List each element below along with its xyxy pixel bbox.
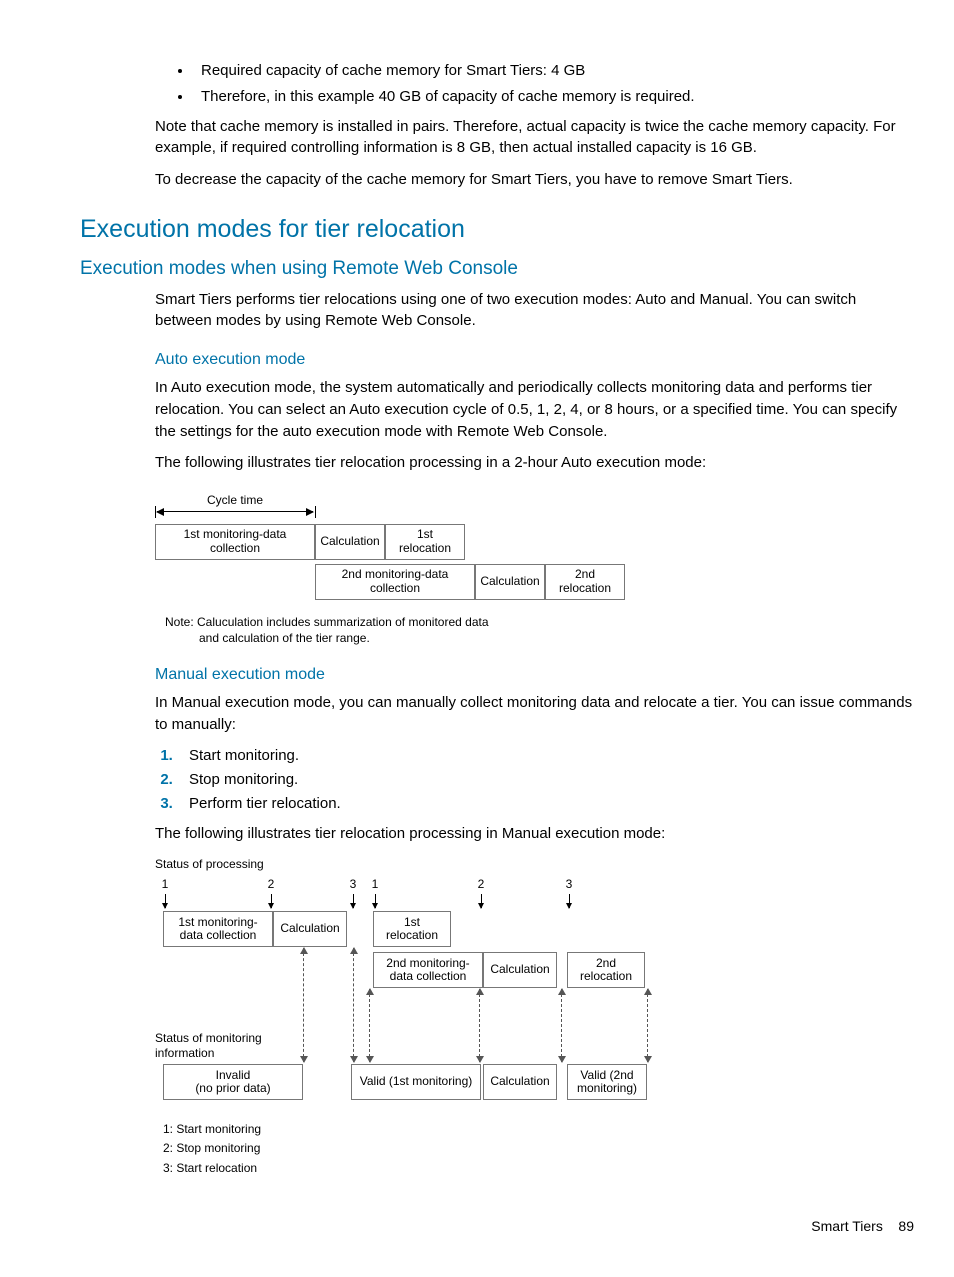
d1-2nd-monitor: 2nd monitoring-data collection [315,564,475,600]
manual-para-2: The following illustrates tier relocatio… [155,823,914,845]
d2-legend-3: 3: Start relocation [163,1159,261,1178]
bullet-list: Required capacity of cache memory for Sm… [155,60,914,108]
d2-dash [369,989,370,1062]
d2-valid-2: Valid (2nd monitoring) [567,1064,647,1100]
auto-heading: Auto execution mode [155,348,914,371]
manual-para-1: In Manual execution mode, you can manual… [155,692,914,736]
d1-1st-monitor: 1st monitoring-data collection [155,524,315,560]
d2-legend-1: 1: Start monitoring [163,1120,261,1139]
d2-legend: 1: Start monitoring 2: Stop monitoring 3… [163,1120,261,1178]
manual-heading: Manual execution mode [155,663,914,686]
section-heading: Execution modes for tier relocation [80,211,914,247]
bullet-item: Therefore, in this example 40 GB of capa… [193,86,914,108]
manual-step: Stop monitoring. [177,769,914,791]
d1-note-l2: and calculation of the tier range. [165,631,370,645]
d1-1st-reloc: 1st relocation [385,524,465,560]
d2-dash [647,989,648,1062]
note-paragraph: Note that cache memory is installed in p… [155,116,914,160]
page-number: 89 [898,1218,914,1234]
d2-calc-2: Calculation [483,952,557,988]
d2-2nd-reloc: 2nd relocation [567,952,645,988]
section-body: Smart Tiers performs tier relocations us… [155,289,914,1177]
d2-2nd-monitor: 2nd monitoring-data collection [373,952,483,988]
d2-arrow-3a: 3 [347,876,359,907]
auto-para-2: The following illustrates tier relocatio… [155,452,914,474]
page: Required capacity of cache memory for Sm… [0,0,954,1277]
d2-1st-monitor: 1st monitoring-data collection [163,911,273,947]
auto-diagram: Cycle time 1st monitoring-data collectio… [155,492,715,646]
d2-arrow-1a: 1 [159,876,171,907]
manual-step: Start monitoring. [177,745,914,767]
d2-status-proc: Status of processing [155,856,264,873]
d1-note-l1: Note: Caluculation includes summarizatio… [165,615,489,629]
d2-dash [479,989,480,1062]
d2-calc-bottom: Calculation [483,1064,557,1100]
d2-dash [561,989,562,1062]
d1-2nd-reloc: 2nd relocation [545,564,625,600]
d2-valid-1: Valid (1st monitoring) [351,1064,481,1100]
d2-calc-1: Calculation [273,911,347,947]
d1-calc-1: Calculation [315,524,385,560]
d2-arrow-1b: 1 [369,876,381,907]
manual-steps: Start monitoring. Stop monitoring. Perfo… [155,745,914,814]
page-footer: Smart Tiers 89 [80,1216,914,1236]
cycle-time-arrow: Cycle time [155,492,715,518]
cycle-time-label: Cycle time [155,492,315,509]
d1-note: Note: Caluculation includes summarizatio… [155,614,715,646]
intro-paragraph: Smart Tiers performs tier relocations us… [155,289,914,333]
subsection-heading: Execution modes when using Remote Web Co… [80,255,914,283]
d2-status-mon: Status of monitoring information [155,1031,285,1060]
footer-label: Smart Tiers [811,1218,883,1234]
d2-arrow-2a: 2 [265,876,277,907]
manual-diagram: Status of processing 1 2 3 1 2 3 1st mon… [155,856,795,1176]
d2-dash [353,948,354,1062]
d2-arrow-3b: 3 [563,876,575,907]
manual-step: Perform tier relocation. [177,793,914,815]
d2-dash [303,948,304,1062]
d2-legend-2: 2: Stop monitoring [163,1139,261,1158]
auto-para-1: In Auto execution mode, the system autom… [155,377,914,442]
d2-invalid: Invalid (no prior data) [163,1064,303,1100]
top-content: Required capacity of cache memory for Sm… [155,60,914,191]
decrease-paragraph: To decrease the capacity of the cache me… [155,169,914,191]
d2-arrow-2b: 2 [475,876,487,907]
bullet-item: Required capacity of cache memory for Sm… [193,60,914,82]
d1-calc-2: Calculation [475,564,545,600]
d2-1st-reloc: 1st relocation [373,911,451,947]
